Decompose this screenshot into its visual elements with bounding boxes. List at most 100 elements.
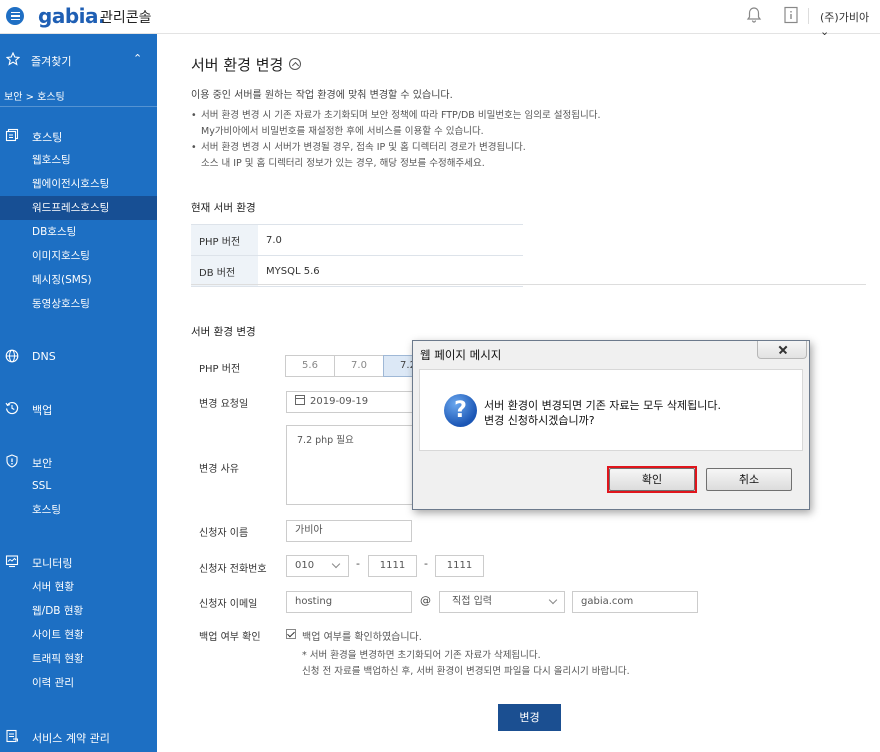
applicant-email-label: 신청자 이메일 [199, 599, 258, 610]
backup-note-2: 신청 전 자료를 백업하신 후, 서버 환경이 변경되면 파일을 다시 올리시기… [302, 666, 630, 677]
console-title: 관리콘솔 [100, 10, 152, 26]
close-icon[interactable] [757, 341, 807, 359]
collapse-toggle-icon[interactable] [289, 58, 301, 70]
page-title: 서버 환경 변경 [191, 56, 284, 74]
phone-last-input[interactable]: 1111 [435, 555, 484, 577]
dialog-message: 서버 환경이 변경되면 기존 자료는 모두 삭제됩니다. 변경 신청하시겠습니까… [484, 398, 721, 428]
chevron-down-icon [548, 595, 558, 605]
confirm-dialog: 웹 페이지 메시지 ? 서버 환경이 변경되면 기존 자료는 모두 삭제됩니다.… [412, 340, 810, 510]
chevron-down-icon [331, 559, 341, 569]
sidebar-item-webdb-status[interactable]: 웹/DB 현황 [0, 599, 157, 623]
contract-icon [6, 729, 18, 743]
sidebar-item-web-hosting[interactable]: 웹호스팅 [0, 148, 157, 172]
sidebar-item-agency-hosting[interactable]: 웹에이전시호스팅 [0, 172, 157, 196]
group-label: 모니터링 [32, 557, 73, 570]
notice-item: 서버 환경 변경 시 서버가 변경될 경우, 접속 IP 및 홈 디렉터리 경로… [191, 140, 601, 172]
monitor-chart-icon [5, 555, 19, 568]
star-icon [6, 52, 20, 66]
copy-icon [5, 128, 19, 142]
change-env-title: 서버 환경 변경 [191, 326, 256, 338]
dialog-message-line: 서버 환경이 변경되면 기존 자료는 모두 삭제됩니다. [484, 399, 721, 412]
applicant-name-input[interactable]: 가비아 [286, 520, 412, 542]
sidebar-item-traffic-status[interactable]: 트래픽 현황 [0, 647, 157, 671]
menu-icon[interactable] [6, 7, 24, 25]
env-key: PHP 버전 [191, 224, 258, 256]
email-domain-input[interactable]: gabia.com [572, 591, 698, 613]
backup-checkbox-label[interactable]: 백업 여부를 확인하였습니다. [302, 628, 422, 643]
cancel-button[interactable]: 취소 [706, 468, 792, 491]
sidebar-item-ssl[interactable]: SSL [0, 474, 157, 498]
sidebar: 즐겨찾기 ⌃ 보안 > 호스팅 호스팅 웹호스팅 웹에이전시호스팅 워드프레스호… [0, 34, 157, 752]
sidebar-item-security-hosting[interactable]: 호스팅 [0, 498, 157, 522]
submit-change-button[interactable]: 변경 [498, 704, 561, 731]
applicant-name-label: 신청자 이름 [199, 528, 249, 539]
phone-prefix-value: 010 [295, 560, 315, 571]
sidebar-group-backup[interactable]: 백업 [0, 399, 157, 421]
phone-middle-input[interactable]: 1111 [368, 555, 417, 577]
email-domain-select[interactable]: 직접 입력 [439, 591, 565, 613]
notice-item: 서버 환경 변경 시 기존 자료가 초기화되며 보안 정책에 따라 FTP/DB… [191, 108, 601, 140]
sidebar-item-history[interactable]: 이력 관리 [0, 671, 157, 695]
ok-button[interactable]: 확인 [607, 466, 697, 493]
current-env-table: PHP 버전 7.0 DB 버전 MYSQL 5.6 [191, 224, 523, 287]
table-row: DB 버전 MYSQL 5.6 [191, 255, 523, 287]
backup-checkbox[interactable] [286, 629, 296, 639]
request-date-input[interactable]: 2019-09-19 [286, 391, 418, 413]
group-label: DNS [32, 350, 56, 363]
focus-ring [607, 466, 697, 493]
sidebar-group-security[interactable]: 보안 [0, 452, 157, 474]
chevron-up-icon: ⌃ [133, 52, 143, 65]
group-label: 백업 [32, 404, 53, 417]
header-divider [808, 8, 809, 24]
dialog-title: 웹 페이지 메시지 [420, 348, 502, 362]
notice-line: My가비아에서 비밀번호를 재설정한 후에 서비스를 이용할 수 있습니다. [201, 126, 484, 137]
email-select-value: 직접 입력 [452, 596, 492, 607]
sidebar-item-server-status[interactable]: 서버 현황 [0, 575, 157, 599]
notice-icon[interactable] [783, 6, 799, 24]
logo[interactable]: gabia. [38, 4, 106, 28]
php-option-7-0[interactable]: 7.0 [334, 355, 384, 377]
sidebar-item-video-hosting[interactable]: 동영상호스팅 [0, 292, 157, 316]
sidebar-group-dns[interactable]: DNS [0, 347, 157, 369]
group-label: 서비스 계약 관리 [32, 732, 110, 745]
email-id-input[interactable]: hosting [286, 591, 412, 613]
section-divider [191, 284, 866, 285]
sidebar-group-hosting[interactable]: 호스팅 [0, 126, 157, 148]
favorites-label: 즐겨찾기 [31, 55, 72, 68]
phone-separator: - [356, 557, 360, 570]
php-version-selector: 5.6 7.0 7.2 [285, 355, 433, 377]
history-icon [5, 401, 19, 415]
calendar-icon [295, 395, 305, 405]
sidebar-favorites[interactable]: 즐겨찾기 ⌃ [0, 50, 157, 72]
sidebar-breadcrumb[interactable]: 보안 > 호스팅 [4, 88, 65, 103]
email-at-sign: @ [420, 594, 431, 607]
phone-prefix-select[interactable]: 010 [286, 555, 349, 577]
shield-icon [6, 454, 18, 468]
php-option-5-6[interactable]: 5.6 [285, 355, 335, 377]
reason-label: 변경 사유 [199, 464, 239, 475]
phone-separator: - [424, 557, 428, 570]
top-bar: gabia. 관리콘솔 (주)가비아 ⌄ [0, 0, 880, 38]
sidebar-item-image-hosting[interactable]: 이미지호스팅 [0, 244, 157, 268]
notice-line: 서버 환경 변경 시 서버가 변경될 경우, 접속 IP 및 홈 디렉터리 경로… [201, 142, 526, 153]
backup-note-1: * 서버 환경을 변경하면 초기화되어 기존 자료가 삭제됩니다. [302, 650, 541, 661]
sidebar-group-contract[interactable]: 서비스 계약 관리 [0, 727, 157, 749]
sidebar-item-site-status[interactable]: 사이트 현황 [0, 623, 157, 647]
bell-icon[interactable] [745, 6, 763, 24]
question-icon: ? [444, 394, 477, 427]
notice-line: 소스 내 IP 및 홈 디렉터리 정보가 있는 경우, 해당 정보를 수정해주세… [201, 158, 485, 169]
request-date-label: 변경 요청일 [199, 399, 249, 410]
page-intro: 이용 중인 서버를 원하는 작업 환경에 맞춰 변경할 수 있습니다. [191, 90, 453, 101]
sidebar-group-monitoring[interactable]: 모니터링 [0, 552, 157, 574]
notice-list: 서버 환경 변경 시 기존 자료가 초기화되며 보안 정책에 따라 FTP/DB… [191, 108, 601, 172]
date-value: 2019-09-19 [310, 396, 369, 407]
reason-textarea[interactable]: 7.2 php 필요 [286, 425, 418, 505]
sidebar-item-db-hosting[interactable]: DB호스팅 [0, 220, 157, 244]
php-version-label: PHP 버전 [199, 364, 241, 375]
globe-icon [5, 349, 19, 363]
dialog-body: ? 서버 환경이 변경되면 기존 자료는 모두 삭제됩니다. 변경 신청하시겠습… [419, 369, 803, 451]
sidebar-item-wordpress-hosting[interactable]: 워드프레스호스팅 [0, 196, 157, 220]
sidebar-item-sms[interactable]: 메시징(SMS) [0, 268, 157, 292]
current-env-title: 현재 서버 환경 [191, 202, 256, 214]
account-name: (주)가비아 [820, 11, 870, 24]
